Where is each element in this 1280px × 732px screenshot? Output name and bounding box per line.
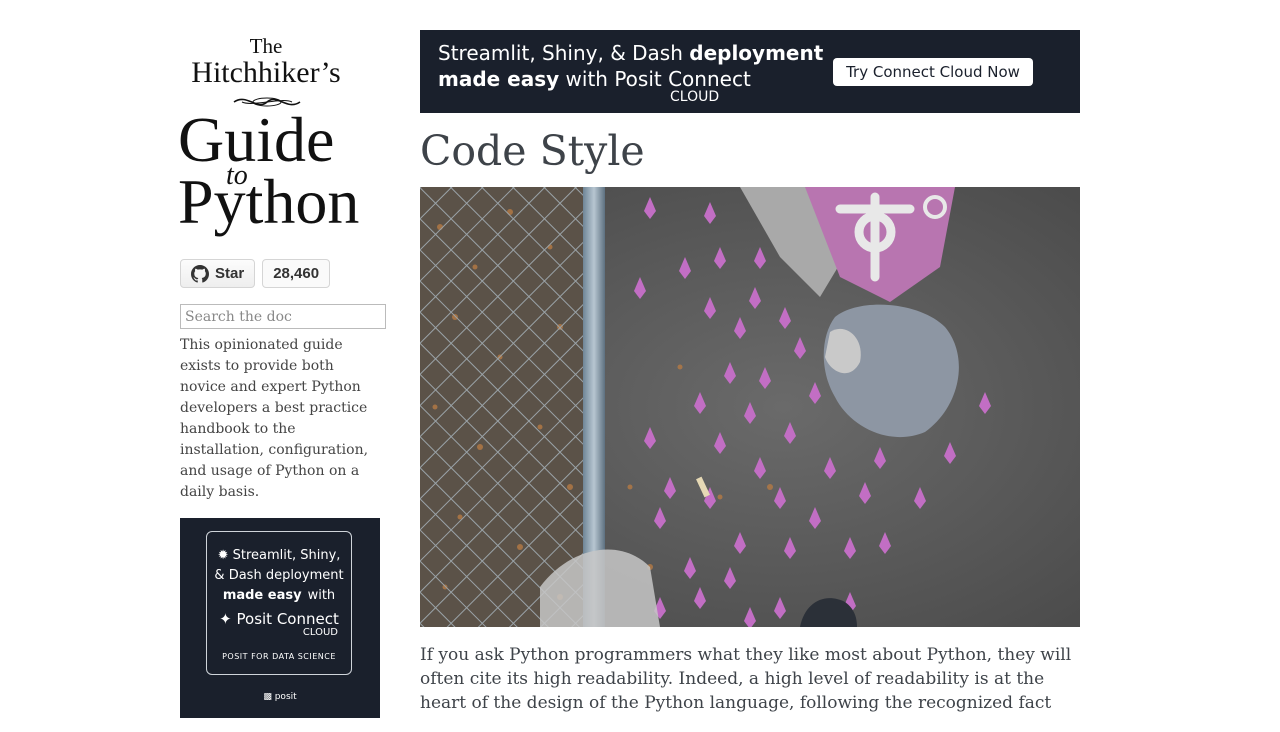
top-ad-banner[interactable]: Streamlit, Shiny, & Dash deployment made… <box>420 30 1080 113</box>
sidebar-ad-line2: & Dash deployment <box>214 568 344 583</box>
top-ad-line1-bold: deployment <box>689 41 824 65</box>
sparkle-icon: ✹ <box>217 548 233 563</box>
sidebar-ad-bold: made easy <box>222 588 302 603</box>
top-ad-line2: with Posit Connect <box>559 67 751 91</box>
sidebar-description: This opinionated guide exists to provide… <box>180 337 369 500</box>
sidebar-ad-with: with <box>307 588 336 603</box>
sidebar-ad-frame: ✹ Streamlit, Shiny, & Dash deployment ma… <box>206 531 352 675</box>
github-star-button[interactable]: Star <box>180 259 256 288</box>
github-star-count[interactable]: 28,460 <box>262 259 331 288</box>
sidebar: The Hitchhiker’s Guide to Python Star 28… <box>178 30 390 718</box>
hero-photo <box>420 187 1080 627</box>
top-ad-line2-bold: made easy <box>438 67 560 91</box>
logo-hitchhikers: Hitchhiker’s <box>191 56 341 89</box>
search-input[interactable] <box>180 304 386 329</box>
top-ad-line1: Streamlit, Shiny, & Dash <box>438 41 690 65</box>
top-ad-cloud: CLOUD <box>670 89 720 105</box>
github-star-widget: Star 28,460 <box>180 258 390 289</box>
try-connect-cloud-button[interactable]: Try Connect Cloud Now <box>833 58 1033 86</box>
sidebar-ad-banner[interactable]: ✹ Streamlit, Shiny, & Dash deployment ma… <box>180 518 380 718</box>
site-logo[interactable]: The Hitchhiker’s Guide to Python <box>178 30 380 245</box>
posit-logo-icon: ▩ <box>263 692 275 702</box>
github-icon <box>191 264 209 283</box>
github-star-label: Star <box>215 265 245 282</box>
sidebar-ad-cloud: CLOUD <box>302 627 338 638</box>
intro-paragraph: If you ask Python programmers what they … <box>420 645 1072 713</box>
sidebar-ad-brand: posit <box>274 692 297 702</box>
sidebar-ad-product: Posit Connect <box>236 610 339 628</box>
logo-guide: Guide <box>178 104 335 175</box>
logo-python: Python <box>178 166 360 237</box>
main-content: Streamlit, Shiny, & Dash deployment made… <box>420 30 1080 732</box>
page-title: Code Style <box>420 127 645 175</box>
sidebar-ad-tagline: POSIT FOR DATA SCIENCE <box>222 652 336 661</box>
sidebar-ad-line1: Streamlit, Shiny, <box>232 548 341 563</box>
posit-star-icon: ✦ <box>219 610 237 628</box>
